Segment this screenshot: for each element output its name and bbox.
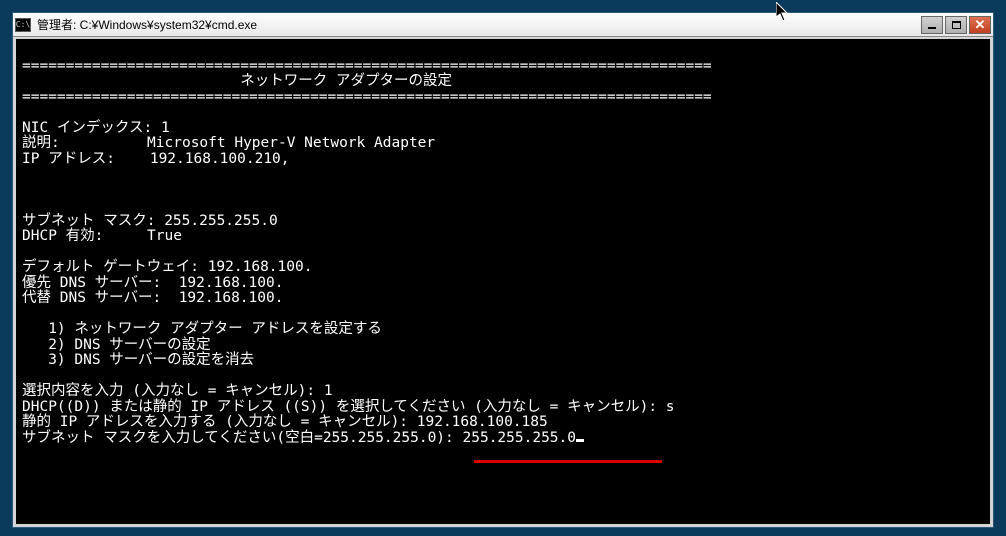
window-title: 管理者: C:¥Windows¥system32¥cmd.exe xyxy=(37,16,921,33)
nic-index-label: NIC インデックス: xyxy=(22,120,152,136)
dns2-value: 192.168.100. xyxy=(179,290,284,306)
minimize-button[interactable] xyxy=(921,16,943,34)
nic-index-value: 1 xyxy=(161,120,170,136)
window-controls: ✕ xyxy=(921,16,991,34)
prompt-static: 静的 IP アドレスを入力する (入力なし = キャンセル): xyxy=(22,414,408,430)
dns2-label: 代替 DNS サーバー: xyxy=(22,290,161,306)
annotation-underline xyxy=(474,460,662,463)
ip-value: 192.168.100.210, xyxy=(150,151,290,167)
prompt-select-answer: 1 xyxy=(324,383,333,399)
console-output[interactable]: ========================================… xyxy=(16,39,990,524)
dns1-label: 優先 DNS サーバー: xyxy=(22,275,161,291)
gateway-value: 192.168.100. xyxy=(208,259,313,275)
text-cursor xyxy=(576,439,584,442)
prompt-select: 選択内容を入力 (入力なし = キャンセル): xyxy=(22,383,315,399)
close-icon: ✕ xyxy=(975,18,986,31)
header-title: ネットワーク アダプターの設定 xyxy=(22,73,452,89)
minimize-icon xyxy=(928,27,936,29)
console-frame: ========================================… xyxy=(13,37,993,527)
desc-label: 説明: xyxy=(22,135,60,151)
desc-value: Microsoft Hyper-V Network Adapter xyxy=(147,135,435,151)
divider-top: ========================================… xyxy=(22,58,712,74)
prompt-mask: サブネット マスクを入力してください(空白=255.255.255.0): xyxy=(22,430,454,446)
menu-item-1: 1) ネットワーク アダプター アドレスを設定する xyxy=(22,321,382,337)
menu-item-2: 2) DNS サーバーの設定 xyxy=(22,337,211,353)
subnet-value: 255.255.255.0 xyxy=(164,213,278,229)
prompt-mask-answer: 255.255.255.0 xyxy=(463,430,577,446)
prompt-static-answer: 192.168.100.185 xyxy=(417,414,548,430)
subnet-label: サブネット マスク: xyxy=(22,213,155,229)
divider-bottom: ========================================… xyxy=(22,89,712,105)
ip-label: IP アドレス: xyxy=(22,151,115,167)
maximize-button[interactable] xyxy=(945,16,967,34)
menu-item-3: 3) DNS サーバーの設定を消去 xyxy=(22,352,254,368)
dhcp-label: DHCP 有効: xyxy=(22,228,103,244)
cmd-window: C:\ 管理者: C:¥Windows¥system32¥cmd.exe ✕ =… xyxy=(12,12,994,528)
dhcp-value: True xyxy=(147,228,182,244)
prompt-dhcp-answer: s xyxy=(666,399,675,415)
cmd-icon: C:\ xyxy=(15,18,31,32)
gateway-label: デフォルト ゲートウェイ: xyxy=(22,259,199,275)
prompt-dhcp: DHCP((D)) または静的 IP アドレス ((S)) を選択してください … xyxy=(22,399,657,415)
close-button[interactable]: ✕ xyxy=(969,16,991,34)
maximize-icon xyxy=(952,21,961,29)
titlebar[interactable]: C:\ 管理者: C:¥Windows¥system32¥cmd.exe ✕ xyxy=(13,13,993,37)
dns1-value: 192.168.100. xyxy=(179,275,284,291)
